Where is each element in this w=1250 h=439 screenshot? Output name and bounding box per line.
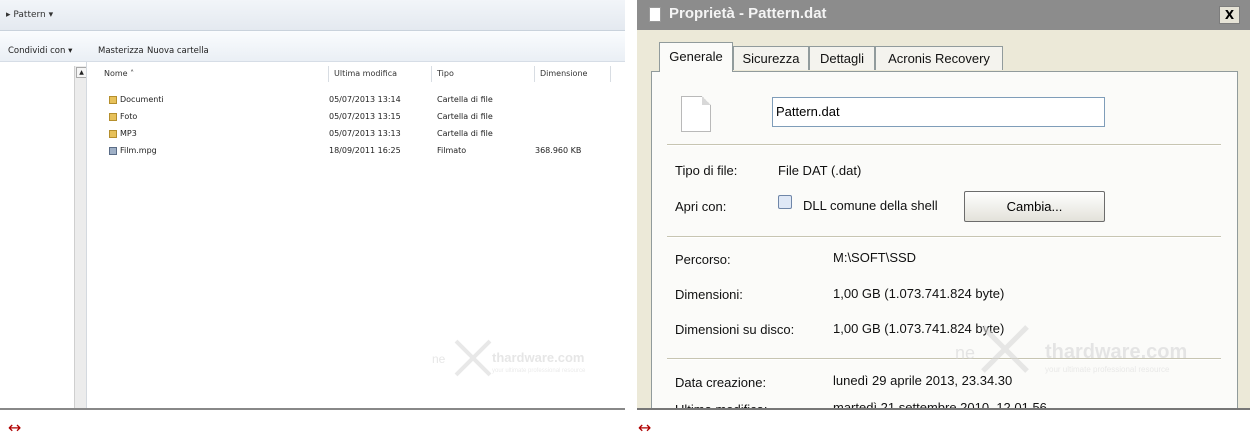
explorer-toolbar: Condividi con ▾ Masterizza Nuova cartell… bbox=[0, 31, 625, 62]
file-type-value: File DAT (.dat) bbox=[778, 163, 862, 178]
file-row[interactable]: MP3 05/07/2013 13:13 Cartella di file bbox=[87, 127, 607, 141]
size-value: 1,00 GB (1.073.741.824 byte) bbox=[833, 286, 1005, 301]
size-label: Dimensioni: bbox=[675, 287, 743, 302]
file-type: Cartella di file bbox=[437, 95, 493, 104]
burn-button[interactable]: Masterizza bbox=[98, 46, 144, 56]
watermark-x-icon bbox=[979, 323, 1031, 375]
folder-icon bbox=[109, 113, 117, 121]
column-modified[interactable]: Ultima modifica bbox=[329, 66, 432, 82]
watermark: ne thardware.com your ultimate professio… bbox=[937, 315, 1237, 385]
tab-security[interactable]: Sicurezza bbox=[733, 46, 809, 70]
expand-arrow-icon[interactable]: ↔ bbox=[638, 418, 651, 437]
title-bar[interactable]: Proprietà - Pattern.dat X bbox=[637, 0, 1250, 30]
file-large-icon bbox=[681, 96, 711, 132]
file-row[interactable]: Documenti 05/07/2013 13:14 Cartella di f… bbox=[87, 93, 607, 107]
path-label: Percorso: bbox=[675, 252, 731, 267]
file-name: Documenti bbox=[120, 95, 164, 104]
file-modified: 05/07/2013 13:14 bbox=[329, 95, 401, 104]
path-value: M:\SOFT\SSD bbox=[833, 250, 917, 265]
file-row[interactable]: Film.mpg 18/09/2011 16:25 Filmato 368.96… bbox=[87, 144, 607, 158]
tab-general[interactable]: Generale bbox=[659, 42, 733, 72]
shell-dll-icon bbox=[778, 195, 792, 209]
size-on-disk-label: Dimensioni su disco: bbox=[675, 322, 795, 337]
file-type-label: Tipo di file: bbox=[675, 163, 738, 178]
breadcrumb[interactable]: ▸ Pattern ▾ bbox=[6, 10, 53, 20]
watermark-x-icon bbox=[453, 338, 493, 378]
video-file-icon bbox=[109, 147, 117, 155]
file-name: Foto bbox=[120, 112, 138, 121]
file-name: Film.mpg bbox=[120, 146, 157, 155]
share-with-button[interactable]: Condividi con ▾ bbox=[8, 46, 72, 56]
column-header: Nome ˄ Ultima modifica Tipo Dimensione bbox=[87, 66, 625, 82]
watermark: ne thardware.com your ultimate professio… bbox=[420, 330, 620, 390]
properties-dialog: Proprietà - Pattern.dat X Generale Sicur… bbox=[637, 0, 1250, 410]
file-size: 368.960 KB bbox=[535, 146, 582, 155]
file-row[interactable]: Foto 05/07/2013 13:15 Cartella di file bbox=[87, 110, 607, 124]
column-size[interactable]: Dimensione bbox=[535, 66, 611, 82]
column-name[interactable]: Nome ˄ bbox=[99, 66, 329, 82]
column-type[interactable]: Tipo bbox=[432, 66, 535, 82]
file-modified: 05/07/2013 13:15 bbox=[329, 112, 401, 121]
file-type: Cartella di file bbox=[437, 112, 493, 121]
open-with-label: Apri con: bbox=[675, 199, 727, 214]
file-modified: 05/07/2013 13:13 bbox=[329, 129, 401, 138]
tab-acronis-recovery[interactable]: Acronis Recovery bbox=[875, 46, 1003, 70]
open-with-value: DLL comune della shell bbox=[803, 198, 938, 213]
new-folder-button[interactable]: Nuova cartella bbox=[147, 46, 209, 56]
dialog-title: Proprietà - Pattern.dat bbox=[669, 5, 827, 22]
separator bbox=[667, 144, 1221, 146]
close-button[interactable]: X bbox=[1219, 6, 1240, 24]
expand-arrow-icon[interactable]: ↔ bbox=[8, 418, 21, 437]
folder-icon bbox=[109, 130, 117, 138]
tab-details[interactable]: Dettagli bbox=[809, 46, 875, 70]
file-icon bbox=[649, 7, 661, 22]
file-type: Cartella di file bbox=[437, 129, 493, 138]
file-explorer-window: ▸ Pattern ▾ Condividi con ▾ Masterizza N… bbox=[0, 0, 625, 410]
address-bar[interactable]: ▸ Pattern ▾ bbox=[0, 0, 625, 31]
file-name: MP3 bbox=[120, 129, 137, 138]
file-type: Filmato bbox=[437, 146, 467, 155]
change-button[interactable]: Cambia... bbox=[964, 191, 1105, 222]
folder-icon bbox=[109, 96, 117, 104]
separator bbox=[667, 236, 1221, 238]
file-name-input[interactable]: Pattern.dat bbox=[772, 97, 1105, 127]
created-label: Data creazione: bbox=[675, 375, 767, 390]
file-modified: 18/09/2011 16:25 bbox=[329, 146, 401, 155]
